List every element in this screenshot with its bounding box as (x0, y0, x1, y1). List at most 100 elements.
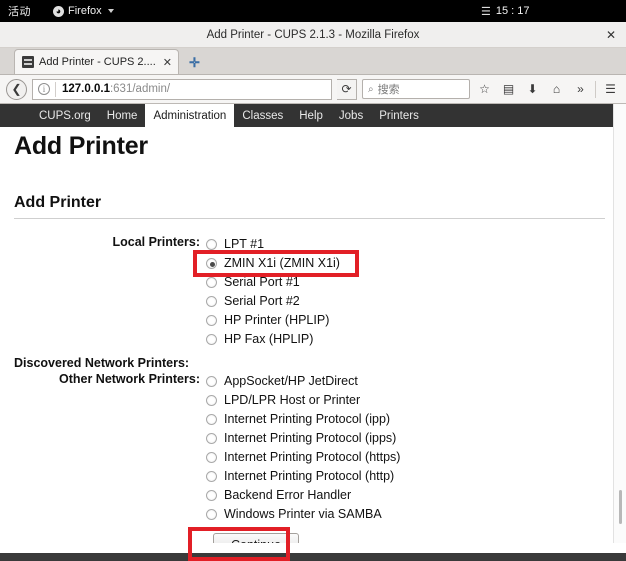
option-label: Windows Printer via SAMBA (224, 507, 382, 522)
radio-icon[interactable] (206, 433, 217, 444)
reader-view-icon[interactable]: ▤ (499, 79, 518, 100)
nav-item-administration[interactable]: Administration (145, 104, 235, 127)
hamburger-icon: ☰ (481, 5, 491, 18)
radio-option-lpd-lpr[interactable]: LPD/LPR Host or Printer (206, 391, 612, 410)
nav-item-cups-org[interactable]: CUPS.org (31, 104, 99, 127)
site-info-icon[interactable]: i (38, 83, 50, 95)
option-label: HP Fax (HPLIP) (224, 332, 314, 347)
back-button[interactable]: ❮ (6, 78, 27, 100)
firefox-icon: ◕ (53, 5, 64, 17)
continue-button[interactable]: Continue (213, 533, 300, 543)
radio-option-hp-fax[interactable]: HP Fax (HPLIP) (206, 330, 612, 349)
radio-option-serial-port-1[interactable]: Serial Port #1 (206, 273, 612, 292)
cups-nav-bar: CUPS.org Home Administration Classes Hel… (0, 104, 626, 127)
tab-close-icon[interactable]: ✕ (163, 56, 172, 69)
radio-icon[interactable] (206, 239, 217, 250)
option-label: AppSocket/HP JetDirect (224, 374, 358, 389)
bookmark-star-icon[interactable]: ☆ (475, 79, 494, 100)
main-content: Add Printer Add Printer Local Printers: … (0, 132, 626, 543)
option-label: Serial Port #1 (224, 275, 300, 290)
page-content: CUPS.org Home Administration Classes Hel… (0, 104, 626, 543)
radio-option-lpt1[interactable]: LPT #1 (206, 235, 612, 254)
radio-icon-selected[interactable] (206, 258, 217, 269)
search-placeholder: 搜索 (377, 84, 400, 96)
radio-icon[interactable] (206, 315, 217, 326)
radio-option-ipp[interactable]: Internet Printing Protocol (ipp) (206, 410, 612, 429)
window-title-bar: Add Printer - CUPS 2.1.3 - Mozilla Firef… (0, 22, 626, 48)
downloads-icon[interactable]: ⬇ (523, 79, 542, 100)
tab-strip: Add Printer - CUPS 2.... ✕ ✛ (0, 48, 626, 75)
chevron-down-icon (107, 9, 114, 13)
radio-icon[interactable] (206, 277, 217, 288)
other-network-printers-options: AppSocket/HP JetDirect LPD/LPR Host or P… (206, 372, 612, 524)
option-label: LPD/LPR Host or Printer (224, 393, 361, 408)
nav-item-help[interactable]: Help (291, 104, 331, 127)
cups-favicon (22, 56, 34, 68)
radio-icon[interactable] (206, 414, 217, 425)
radio-option-windows-samba[interactable]: Windows Printer via SAMBA (206, 505, 612, 524)
option-label: Internet Printing Protocol (http) (224, 469, 395, 484)
navigation-toolbar: ❮ i 127.0.0.1 :631/admin/ ⟳ ⌕ 搜索 ☆ ▤ ⬇ ⌂… (0, 75, 626, 104)
local-printers-options: LPT #1 ZMIN X1i (ZMIN X1i) Serial Port #… (206, 235, 612, 349)
nav-item-classes[interactable]: Classes (234, 104, 291, 127)
section-title: Add Printer (14, 194, 605, 219)
tab-title: Add Printer - CUPS 2.... (39, 56, 156, 68)
radio-option-ipps[interactable]: Internet Printing Protocol (ipps) (206, 429, 612, 448)
radio-option-hp-printer[interactable]: HP Printer (HPLIP) (206, 311, 612, 330)
toolbar-separator (595, 80, 596, 98)
close-icon[interactable]: ✕ (606, 29, 616, 41)
nav-item-jobs[interactable]: Jobs (331, 104, 371, 127)
scrollbar-thumb[interactable] (619, 490, 622, 524)
option-label: ZMIN X1i (ZMIN X1i) (224, 256, 340, 271)
add-printer-form: Local Printers: LPT #1 ZMIN X1i (ZMIN X1… (14, 235, 612, 543)
radio-icon[interactable] (206, 334, 217, 345)
vertical-scrollbar[interactable] (613, 104, 626, 543)
other-network-printers-row: Other Network Printers: AppSocket/HP Jet… (14, 372, 612, 524)
search-icon: ⌕ (368, 83, 374, 95)
app-menu-label: Firefox (68, 5, 102, 17)
option-label: LPT #1 (224, 237, 265, 252)
radio-icon[interactable] (206, 452, 217, 463)
radio-option-serial-port-2[interactable]: Serial Port #2 (206, 292, 612, 311)
overflow-chevron-icon[interactable]: » (571, 79, 590, 100)
clock-label: 15 : 17 (495, 5, 530, 17)
radio-option-backend-error-handler[interactable]: Backend Error Handler (206, 486, 612, 505)
nav-item-home[interactable]: Home (99, 104, 146, 127)
continue-button-wrap: Continue (213, 533, 612, 543)
search-input[interactable]: ⌕ 搜索 (362, 79, 470, 99)
radio-icon[interactable] (206, 296, 217, 307)
discovered-network-printers-label: Discovered Network Printers: (14, 356, 190, 370)
window-bottom-bar (0, 553, 626, 561)
url-host: 127.0.0.1 (62, 83, 110, 95)
option-label: Serial Port #2 (224, 294, 300, 309)
url-path: :631/admin/ (109, 83, 171, 95)
other-network-printers-label: Other Network Printers: (58, 372, 200, 386)
url-divider (55, 81, 56, 97)
radio-icon[interactable] (206, 509, 217, 520)
new-tab-button[interactable]: ✛ (189, 56, 200, 69)
option-label: Internet Printing Protocol (https) (224, 450, 401, 465)
activities-button[interactable]: 活动 (0, 3, 31, 19)
system-clock-area[interactable]: ☰ 15 : 17 (481, 0, 530, 22)
radio-option-appsocket[interactable]: AppSocket/HP JetDirect (206, 372, 612, 391)
radio-option-zmin-x1i[interactable]: ZMIN X1i (ZMIN X1i) (206, 254, 612, 273)
radio-option-ipp-http[interactable]: Internet Printing Protocol (http) (206, 467, 612, 486)
home-icon[interactable]: ⌂ (547, 79, 566, 100)
app-menu-icon[interactable]: ☰ (601, 79, 620, 100)
nav-item-printers[interactable]: Printers (371, 104, 427, 127)
app-menu-firefox[interactable]: ◕ Firefox (53, 5, 114, 17)
gnome-top-bar: 活动 ◕ Firefox ☰ 15 : 17 (0, 0, 626, 22)
radio-icon[interactable] (206, 376, 217, 387)
radio-icon[interactable] (206, 490, 217, 501)
option-label: Internet Printing Protocol (ipps) (224, 431, 397, 446)
option-label: Internet Printing Protocol (ipp) (224, 412, 391, 427)
reload-button[interactable]: ⟳ (337, 78, 357, 100)
local-printers-label: Local Printers: (112, 235, 200, 249)
radio-option-ipp-https[interactable]: Internet Printing Protocol (https) (206, 448, 612, 467)
radio-icon[interactable] (206, 471, 217, 482)
browser-tab-add-printer[interactable]: Add Printer - CUPS 2.... ✕ (14, 49, 179, 74)
url-bar[interactable]: i 127.0.0.1 :631/admin/ (32, 78, 332, 100)
radio-icon[interactable] (206, 395, 217, 406)
option-label: HP Printer (HPLIP) (224, 313, 330, 328)
local-printers-row: Local Printers: LPT #1 ZMIN X1i (ZMIN X1… (14, 235, 612, 349)
